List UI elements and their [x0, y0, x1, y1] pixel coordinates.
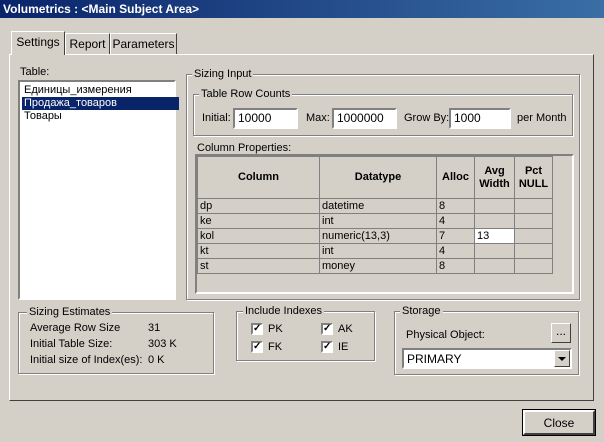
per-month-label: per Month — [517, 112, 567, 124]
ak-label: AK — [338, 323, 353, 335]
cell-avg-width[interactable] — [474, 243, 515, 259]
header-datatype: Datatype — [319, 156, 437, 199]
initial-value: 10000 — [238, 111, 272, 125]
max-label: Max: — [306, 112, 330, 124]
cell-pct-null[interactable] — [514, 198, 553, 214]
header-column: Column — [197, 156, 320, 199]
sizing-estimates-title: Sizing Estimates — [27, 306, 113, 319]
grow-by-input[interactable]: 1000 — [449, 108, 511, 129]
window-title: Volumetrics : <Main Subject Area> — [3, 2, 200, 16]
close-button-label: Close — [543, 416, 575, 430]
cell-column: kt — [197, 243, 320, 259]
close-button[interactable]: Close — [522, 409, 596, 436]
cell-alloc: 4 — [436, 213, 475, 229]
header-pct-null: Pct NULL — [514, 156, 553, 199]
row-counts-title: Table Row Counts — [199, 88, 293, 101]
cell-pct-null[interactable] — [514, 228, 553, 244]
table-row[interactable]: st money 8 — [197, 258, 553, 274]
checkmark-icon: ✓ — [253, 341, 262, 352]
index-size-value: 0 K — [148, 354, 165, 366]
index-size-label: Initial size of Index(es): — [30, 354, 143, 366]
list-item-label: Единицы_измерения — [24, 84, 132, 96]
cell-column: kol — [197, 228, 320, 244]
tab-report[interactable]: Report — [65, 33, 110, 54]
list-item-label: Товары — [24, 110, 62, 122]
cell-datatype: int — [319, 213, 437, 229]
table-row[interactable]: ke int 4 — [197, 213, 553, 229]
ak-checkbox[interactable]: ✓ — [321, 323, 333, 335]
include-indexes-title: Include Indexes — [243, 305, 325, 318]
browse-button-label: ... — [555, 324, 566, 338]
grow-by-label: Grow By: — [404, 112, 450, 124]
initial-table-size-value: 303 K — [148, 338, 177, 350]
cell-column: st — [197, 258, 320, 274]
table-row[interactable]: kt int 4 — [197, 243, 553, 259]
max-input[interactable]: 1000000 — [332, 108, 397, 129]
list-item-label: Продажа_товаров — [24, 97, 117, 109]
header-alloc: Alloc — [436, 156, 475, 199]
column-table: Column Datatype Alloc Avg Width Pct NULL… — [197, 156, 553, 274]
dropdown-button[interactable] — [554, 350, 570, 367]
cell-datatype: int — [319, 243, 437, 259]
tab-report-label: Report — [69, 37, 106, 51]
storage-dropdown[interactable]: PRIMARY — [402, 348, 572, 369]
list-item[interactable]: Товары — [22, 110, 179, 123]
avg-row-size-value: 31 — [148, 322, 161, 334]
fk-checkbox[interactable]: ✓ — [251, 341, 263, 353]
column-properties-grid[interactable]: Column Datatype Alloc Avg Width Pct NULL… — [195, 154, 574, 294]
physical-object-label: Physical Object: — [406, 329, 485, 341]
initial-table-size-label: Initial Table Size: — [30, 338, 113, 350]
table-header-row: Column Datatype Alloc Avg Width Pct NULL — [197, 156, 553, 199]
table-list-label: Table: — [20, 66, 50, 78]
tab-parameters-label: Parameters — [112, 37, 175, 51]
table-row[interactable]: kol numeric(13,3) 7 13 — [197, 228, 553, 244]
ie-checkbox[interactable]: ✓ — [321, 341, 333, 353]
cell-alloc: 4 — [436, 243, 475, 259]
list-item[interactable]: Единицы_измерения — [22, 84, 179, 97]
pk-label: PK — [268, 323, 283, 335]
cell-avg-width[interactable] — [474, 198, 515, 214]
avg-row-size-label: Average Row Size — [30, 322, 121, 334]
initial-input[interactable]: 10000 — [233, 108, 298, 129]
browse-button[interactable]: ... — [551, 323, 571, 343]
checkmark-icon: ✓ — [323, 341, 332, 352]
sizing-input-title: Sizing Input — [192, 68, 254, 81]
cell-datatype: money — [319, 258, 437, 274]
cell-column: dp — [197, 198, 320, 214]
ie-label: IE — [338, 341, 349, 353]
title-bar: Volumetrics : <Main Subject Area> — [0, 0, 604, 18]
cell-alloc: 8 — [436, 198, 475, 214]
storage-selected-value: PRIMARY — [407, 352, 462, 366]
cell-datatype: datetime — [319, 198, 437, 214]
list-item-selected[interactable]: Продажа_товаров — [22, 97, 179, 110]
cell-pct-null[interactable] — [514, 258, 553, 274]
checkmark-icon: ✓ — [323, 323, 332, 334]
tab-settings-label: Settings — [16, 35, 60, 49]
tab-parameters[interactable]: Parameters — [110, 33, 177, 54]
include-indexes-group — [236, 311, 375, 361]
fk-label: FK — [268, 341, 283, 353]
cell-alloc: 7 — [436, 228, 475, 244]
cell-avg-width-editing[interactable]: 13 — [474, 228, 515, 244]
chevron-down-icon — [558, 357, 566, 361]
cell-column: ke — [197, 213, 320, 229]
cell-pct-null[interactable] — [514, 243, 553, 259]
cell-alloc: 8 — [436, 258, 475, 274]
tab-settings[interactable]: Settings — [11, 31, 65, 55]
storage-title: Storage — [400, 305, 443, 318]
header-avg-width: Avg Width — [474, 156, 515, 199]
cell-avg-width[interactable] — [474, 258, 515, 274]
pk-checkbox[interactable]: ✓ — [251, 323, 263, 335]
grow-by-value: 1000 — [454, 111, 481, 125]
cell-pct-null[interactable] — [514, 213, 553, 229]
table-list[interactable]: Единицы_измерения Продажа_товаров Товары — [18, 80, 179, 300]
max-value: 1000000 — [337, 111, 384, 125]
cell-avg-width[interactable] — [474, 213, 515, 229]
checkmark-icon: ✓ — [253, 323, 262, 334]
cell-datatype: numeric(13,3) — [319, 228, 437, 244]
table-row[interactable]: dp datetime 8 — [197, 198, 553, 214]
initial-label: Initial: — [202, 112, 231, 124]
